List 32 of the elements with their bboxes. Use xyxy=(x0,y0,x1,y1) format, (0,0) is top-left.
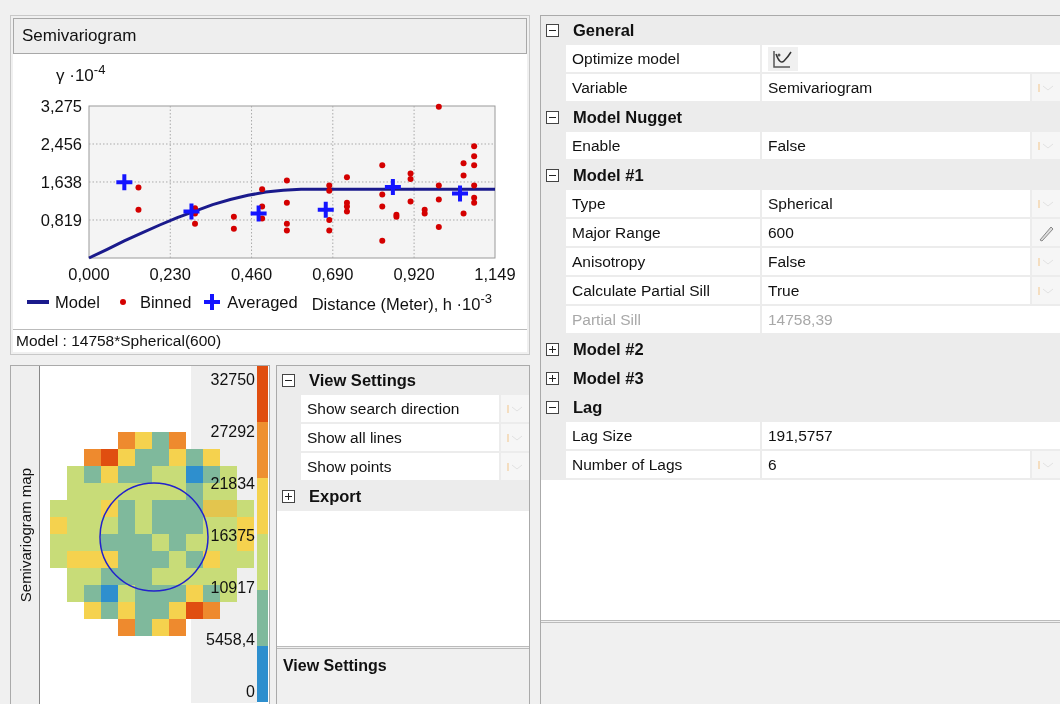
scale-label: 32750 xyxy=(210,371,255,388)
y-tick-label: 0,819 xyxy=(40,211,82,229)
x-tick-label: 0,690 xyxy=(312,265,354,283)
legend-label: Averaged xyxy=(227,292,298,312)
category-title: Model #2 xyxy=(573,340,644,359)
scale-label: 5458,4 xyxy=(206,631,255,648)
scale-label: 0 xyxy=(246,683,255,700)
category-title: Model Nugget xyxy=(573,108,683,127)
scale-label: 27292 xyxy=(210,423,255,440)
description-title: View Settings xyxy=(283,657,387,674)
x-tick-label: 1,149 xyxy=(474,265,516,283)
category-title: Model #1 xyxy=(573,166,644,185)
x-tick-label: 0,920 xyxy=(393,265,435,283)
x-tick-label: 0,000 xyxy=(68,265,110,283)
y-tick-label: 3,275 xyxy=(40,97,82,115)
category-title: Lag xyxy=(573,398,603,417)
category-title: Export xyxy=(309,487,362,506)
x-tick-label: 0,230 xyxy=(149,265,191,283)
category-title: Model #3 xyxy=(573,369,644,388)
y-tick-label: 2,456 xyxy=(40,135,82,153)
x-axis-label: Distance (Meter), h ·10$^{-3}$ xyxy=(311,290,492,314)
category-title: General xyxy=(573,21,635,40)
model-formula: Model : 14758*Spherical(600) xyxy=(13,330,527,352)
category-title: View Settings xyxy=(309,371,416,390)
legend-label: Model xyxy=(55,292,100,312)
legend-label: Binned xyxy=(139,292,192,312)
map-title: Semivariogram map xyxy=(16,467,34,603)
y-axis-label: γ ·10$^{-4}$ xyxy=(55,61,107,87)
y-tick-label: 1,638 xyxy=(40,173,82,191)
x-tick-label: 0,460 xyxy=(230,265,273,283)
panel-title: Semivariogram xyxy=(13,18,527,54)
scale-label: 10917 xyxy=(210,579,255,596)
